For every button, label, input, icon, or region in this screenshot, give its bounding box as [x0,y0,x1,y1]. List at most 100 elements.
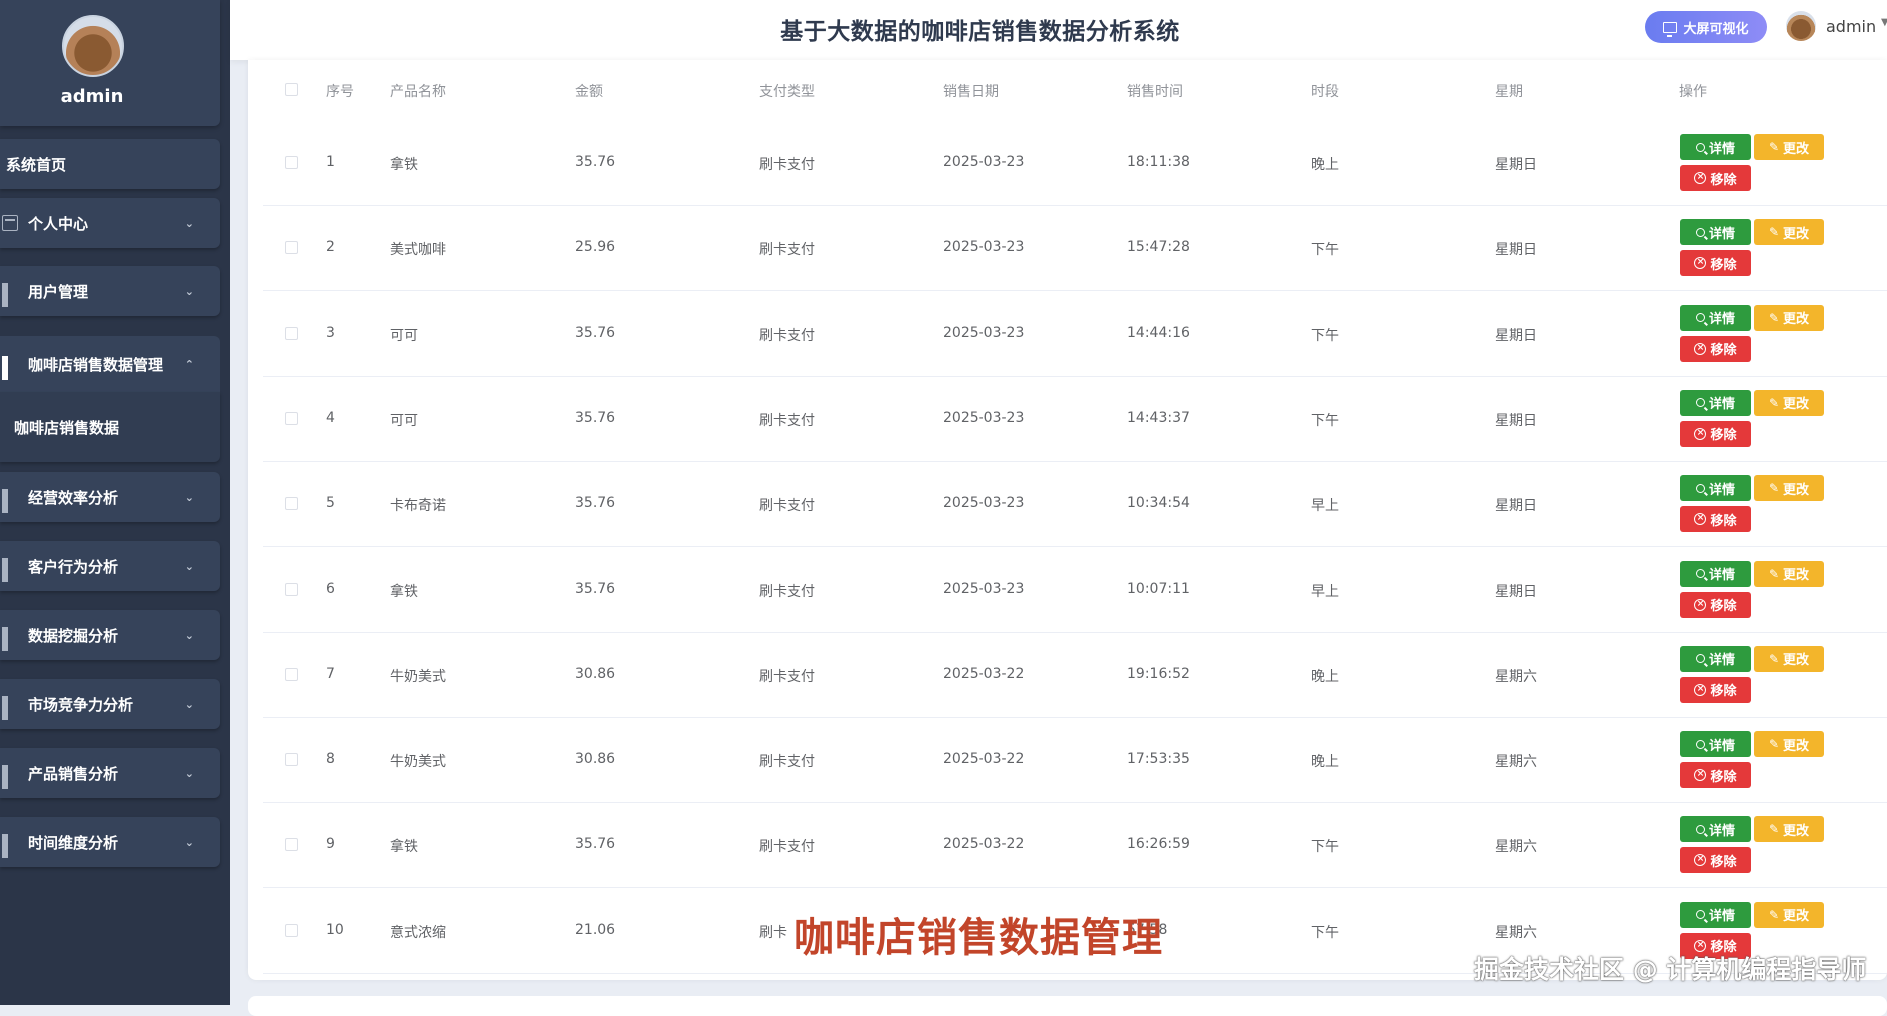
row-checkbox[interactable] [285,753,298,767]
cell-amount: 35.76 [575,154,616,170]
row-checkbox[interactable] [285,497,298,511]
row-checkbox[interactable] [285,923,298,937]
cell-pay: 刷卡支付 [759,327,815,344]
cell-weekday: 星期日 [1495,327,1537,344]
cell-date: 2025-03-23 [943,154,1025,170]
edit-button[interactable]: ✎ 更改 [1754,731,1824,758]
edit-button[interactable]: ✎ 更改 [1754,816,1824,843]
sidebar-subitem-sales-data[interactable]: 咖啡店销售数据 [14,417,119,438]
detail-button[interactable]: 详情 [1680,134,1751,160]
button-label: 移除 [1710,769,1737,785]
sidebar-item-efficiency-analysis[interactable]: 经营效率分析 ⌄ [0,472,220,522]
remove-button[interactable]: × 移除 [1680,591,1751,618]
remove-button[interactable]: × 移除 [1680,250,1751,277]
select-all-checkbox[interactable] [285,83,298,96]
edit-button[interactable]: ✎ 更改 [1754,389,1824,416]
cell-pay: 刷卡支付 [759,754,815,771]
row-checkbox[interactable] [285,241,298,255]
caret-down-icon[interactable]: ▼ [1881,17,1887,28]
button-label: 移除 [1710,343,1737,359]
cell-product: 拿铁 [390,157,418,173]
cell-period: 下午 [1311,242,1339,259]
row-checkbox[interactable] [285,667,298,681]
detail-button[interactable]: 详情 [1680,389,1751,416]
edit-button[interactable]: ✎ 更改 [1754,304,1824,331]
detail-button[interactable]: 详情 [1680,901,1751,928]
detail-button[interactable]: 详情 [1680,731,1751,758]
cell-pay: 刷卡支付 [759,412,815,429]
remove-button[interactable]: × 移除 [1680,847,1751,874]
edit-button[interactable]: ✎ 更改 [1754,475,1824,502]
row-checkbox[interactable] [285,411,298,425]
row-checkbox[interactable] [285,838,298,852]
button-label: 更改 [1783,141,1810,157]
sidebar-item-time-dimension[interactable]: 时间维度分析 ⌄ [0,817,220,867]
cell-time: 14:43:37 [1127,409,1190,426]
row-checkbox[interactable] [285,582,298,596]
row-checkbox[interactable] [285,156,298,169]
cell-pay: 刷卡 [759,924,787,941]
caption-overlay: 咖啡店销售数据管理 [794,914,1163,961]
cell-no: 10 [326,921,344,938]
cell-product: 可可 [390,327,418,344]
cell-no: 3 [326,324,335,341]
edit-icon: ✎ [1768,310,1780,325]
detail-button[interactable]: 详情 [1680,304,1751,331]
sidebar-item-customer-behavior[interactable]: 客户行为分析 ⌄ [0,541,220,591]
edit-button[interactable]: ✎ 更改 [1754,134,1824,160]
detail-button[interactable]: 详情 [1680,816,1751,843]
chevron-down-icon: ⌄ [184,697,194,711]
sidebar-item-product-sales[interactable]: 产品销售分析 ⌄ [0,748,220,798]
cell-no: 1 [326,154,335,170]
button-label: 更改 [1783,738,1810,754]
remove-button[interactable]: × 移除 [1680,506,1751,533]
bigscreen-button[interactable]: 大屏可视化 [1645,11,1767,43]
cell-time: 15:47:28 [1127,239,1190,256]
column-header: 销售日期 [943,84,999,100]
edit-button[interactable]: ✎ 更改 [1754,645,1824,672]
sidebar-item-home[interactable]: 系统首页 [0,139,220,189]
cell-weekday: 星期六 [1495,668,1537,685]
edit-button[interactable]: ✎ 更改 [1754,560,1824,587]
sidebar-item-data-mining[interactable]: 数据挖掘分析 ⌄ [0,610,220,660]
remove-button[interactable]: × 移除 [1680,165,1751,191]
button-label: 详情 [1708,482,1735,498]
column-header: 产品名称 [390,84,446,100]
cell-period: 下午 [1311,924,1339,941]
remove-button[interactable]: × 移除 [1680,420,1751,447]
user-menu[interactable]: admin [1826,17,1876,36]
avatar[interactable] [1786,11,1816,41]
sidebar-item-label: 时间维度分析 [28,833,119,852]
cell-product: 卡布奇诺 [390,498,446,515]
sidebar-item-sales-data-management[interactable]: 咖啡店销售数据管理 ⌃ [0,336,220,392]
sidebar-item-market-competitiveness[interactable]: 市场竞争力分析 ⌄ [0,679,220,729]
detail-button[interactable]: 详情 [1680,645,1751,672]
sidebar-item-user-management[interactable]: 用户管理 ⌄ [0,266,220,316]
column-header: 星期 [1495,84,1523,100]
remove-button[interactable]: × 移除 [1680,676,1751,703]
cell-date: 2025-03-23 [943,409,1025,426]
cell-no: 5 [326,495,335,512]
sidebar-item-personal-center[interactable]: 个人中心 ⌄ [0,198,220,248]
row-checkbox[interactable] [285,326,298,340]
sidebar-profile: admin [0,0,220,126]
button-label: 移除 [1710,428,1737,444]
cell-product: 牛奶美式 [390,668,446,685]
cell-period: 晚上 [1311,668,1339,685]
cell-amount: 35.76 [575,495,616,512]
edit-button[interactable]: ✎ 更改 [1754,901,1824,928]
detail-button[interactable]: 详情 [1680,475,1751,502]
grid-icon [2,558,18,582]
cell-no: 9 [326,836,335,853]
detail-button[interactable]: 详情 [1680,560,1751,587]
cell-time: 17:53:35 [1127,751,1190,768]
avatar[interactable] [62,15,124,77]
edit-button[interactable]: ✎ 更改 [1754,219,1824,246]
edit-icon: ✎ [1768,481,1780,496]
detail-button[interactable]: 详情 [1680,219,1751,246]
table-row: 4 可可 35.76 刷卡支付 2025-03-23 14:43:37 下午 星期日 详情 ✎ 更改… [263,376,1887,462]
cell-weekday: 星期日 [1495,583,1537,600]
cell-date: 2025-03-23 [943,239,1025,256]
remove-button[interactable]: × 移除 [1680,335,1751,362]
remove-button[interactable]: × 移除 [1680,762,1751,789]
